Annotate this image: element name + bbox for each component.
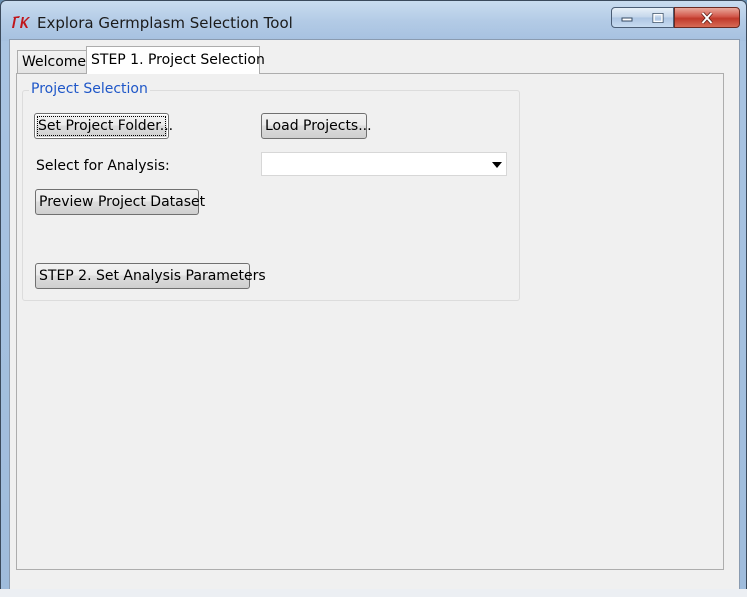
project-selection-group: Project Selection Set Project Folder... …: [22, 81, 520, 301]
window-title: Explora Germplasm Selection Tool: [37, 14, 293, 32]
set-project-folder-button[interactable]: Set Project Folder...: [34, 113, 173, 139]
client-area: Welcome STEP 1. Project Selection Projec…: [9, 39, 740, 590]
minimize-icon: [621, 17, 633, 21]
tab-panel: Project Selection Set Project Folder... …: [16, 73, 724, 570]
chevron-down-icon: [492, 162, 502, 168]
step2-set-analysis-parameters-button[interactable]: STEP 2. Set Analysis Parameters: [35, 263, 266, 289]
close-button[interactable]: [674, 7, 740, 28]
tab-project-selection[interactable]: STEP 1. Project Selection: [86, 46, 265, 74]
tab-welcome[interactable]: Welcome: [17, 50, 87, 74]
title-bar[interactable]: Explora Germplasm Selection Tool: [1, 1, 746, 41]
analysis-select[interactable]: [261, 152, 507, 176]
select-for-analysis-label: Select for Analysis:: [36, 158, 170, 174]
maximize-button[interactable]: [642, 7, 674, 28]
taskbar-strip: [0, 589, 747, 597]
app-window: Explora Germplasm Selection Tool Welcome…: [0, 0, 747, 597]
close-icon: [701, 11, 713, 24]
group-title: Project Selection: [29, 81, 150, 97]
tk-feather-icon: [11, 14, 31, 30]
minimize-button[interactable]: [611, 7, 643, 28]
load-projects-button[interactable]: Load Projects...: [261, 113, 372, 139]
preview-project-dataset-button[interactable]: Preview Project Dataset: [35, 189, 205, 215]
maximize-icon: [652, 12, 663, 23]
